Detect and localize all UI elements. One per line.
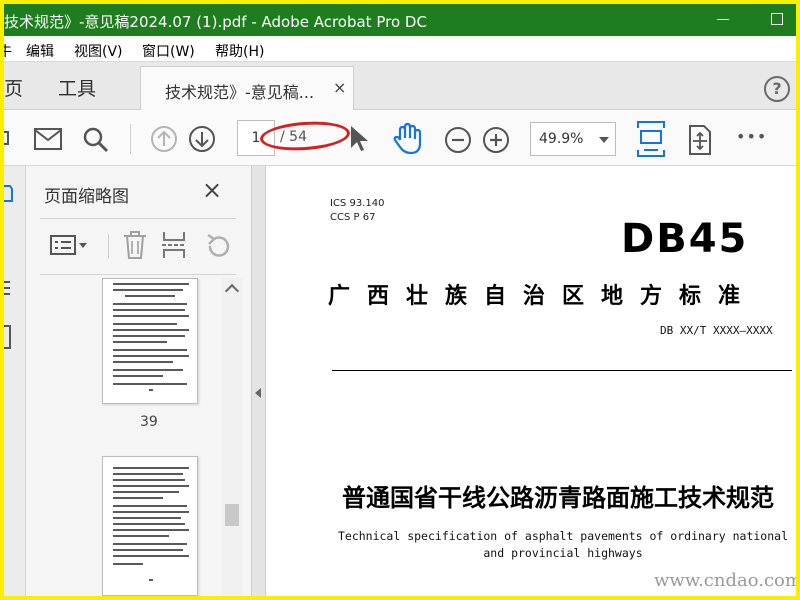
standard-title: 广西壮族自治区地方标准: [328, 283, 758, 309]
close-tab-icon[interactable]: ×: [333, 78, 346, 97]
fit-page-icon[interactable]: [636, 120, 666, 158]
panel-title: 页面缩略图: [44, 187, 129, 207]
thumbnails-panel: 页面缩略图 × 39: [26, 166, 252, 596]
hand-tool-icon[interactable]: [392, 122, 424, 156]
rotate-icon[interactable]: [204, 232, 232, 260]
trash-icon[interactable]: [122, 230, 148, 260]
page-thumbnail[interactable]: [102, 456, 198, 596]
ics-code: ICS 93.140: [330, 198, 385, 209]
chevron-down-icon: [599, 137, 609, 143]
title-bar: 技术规范》-意见稿2024.07 (1).pdf - Adobe Acrobat…: [4, 4, 796, 36]
tab-home[interactable]: 页: [4, 74, 23, 101]
thumbnail-page-number: 39: [140, 414, 158, 430]
db45-logo: DB45: [621, 216, 749, 262]
bookmark-icon[interactable]: [4, 276, 14, 300]
next-page-icon[interactable]: [188, 125, 216, 153]
menu-item-file-partial[interactable]: 牛: [4, 41, 12, 61]
toolbar-separator: [130, 124, 131, 154]
standard-code: DB XX/T XXXX—XXXX: [660, 324, 773, 337]
menu-item-view[interactable]: 视图(V): [74, 41, 123, 61]
window-title: 技术规范》-意见稿2024.07 (1).pdf - Adobe Acrobat…: [4, 13, 427, 31]
collapse-arrow-icon: [255, 388, 261, 398]
ccs-code: CCS P 67: [330, 212, 376, 223]
options-menu-icon[interactable]: [50, 234, 88, 256]
toolbar: 1 / 54 49.9% •••: [4, 110, 796, 166]
insert-page-icon[interactable]: [160, 230, 188, 260]
panel-collapse-handle[interactable]: [252, 166, 266, 596]
english-title: Technical specification of asphalt pavem…: [337, 529, 789, 560]
page-nav-icon[interactable]: [4, 184, 14, 204]
watermark: www.cndao.com: [654, 570, 796, 591]
maximize-button[interactable]: [766, 8, 790, 30]
tab-tools[interactable]: 工具: [58, 74, 96, 101]
scroll-up-icon[interactable]: [224, 283, 240, 299]
menu-item-window[interactable]: 窗口(W): [142, 41, 195, 61]
zoom-out-icon[interactable]: [444, 126, 472, 154]
email-icon[interactable]: [34, 128, 62, 150]
select-cursor-icon[interactable]: [348, 124, 370, 154]
document-page: ICS 93.140 CCS P 67 DB45 广西壮族自治区地方标准 DB …: [266, 166, 796, 596]
zoom-select[interactable]: 49.9%: [530, 122, 616, 156]
tab-bar: 页 工具 技术规范》-意见稿... × ?: [4, 62, 796, 110]
document-tab-label: 技术规范》-意见稿...: [165, 83, 315, 102]
zoom-in-icon[interactable]: [482, 126, 510, 154]
page-thumbnail[interactable]: [102, 278, 198, 404]
attachment-icon[interactable]: [4, 324, 14, 352]
zoom-value: 49.9%: [539, 131, 584, 147]
divider: [108, 234, 109, 258]
scrollbar-thumb[interactable]: [225, 504, 239, 526]
divider: [40, 274, 236, 275]
acrobat-window: 技术规范》-意见稿2024.07 (1).pdf - Adobe Acrobat…: [4, 4, 796, 596]
header-rule: [332, 370, 792, 371]
divider: [40, 218, 236, 219]
thumbnails-scrollbar[interactable]: [222, 278, 242, 596]
prev-page-icon[interactable]: [150, 125, 178, 153]
close-panel-icon[interactable]: ×: [202, 176, 222, 204]
menu-item-help[interactable]: 帮助(H): [215, 41, 264, 61]
menu-bar: 牛 编辑 视图(V) 窗口(W) 帮助(H): [4, 36, 796, 62]
left-nav-strip: [4, 166, 26, 596]
tab-document[interactable]: 技术规范》-意见稿... ×: [140, 66, 354, 110]
menu-item-edit[interactable]: 编辑: [26, 41, 54, 61]
print-icon[interactable]: [4, 126, 12, 150]
help-icon[interactable]: ?: [764, 76, 790, 102]
document-main-title: 普通国省干线公路沥青路面施工技术规范: [342, 483, 774, 512]
scroll-mode-icon[interactable]: [686, 124, 714, 156]
more-icon[interactable]: •••: [736, 127, 767, 146]
search-icon[interactable]: [82, 126, 110, 154]
minimize-button[interactable]: [712, 8, 736, 30]
